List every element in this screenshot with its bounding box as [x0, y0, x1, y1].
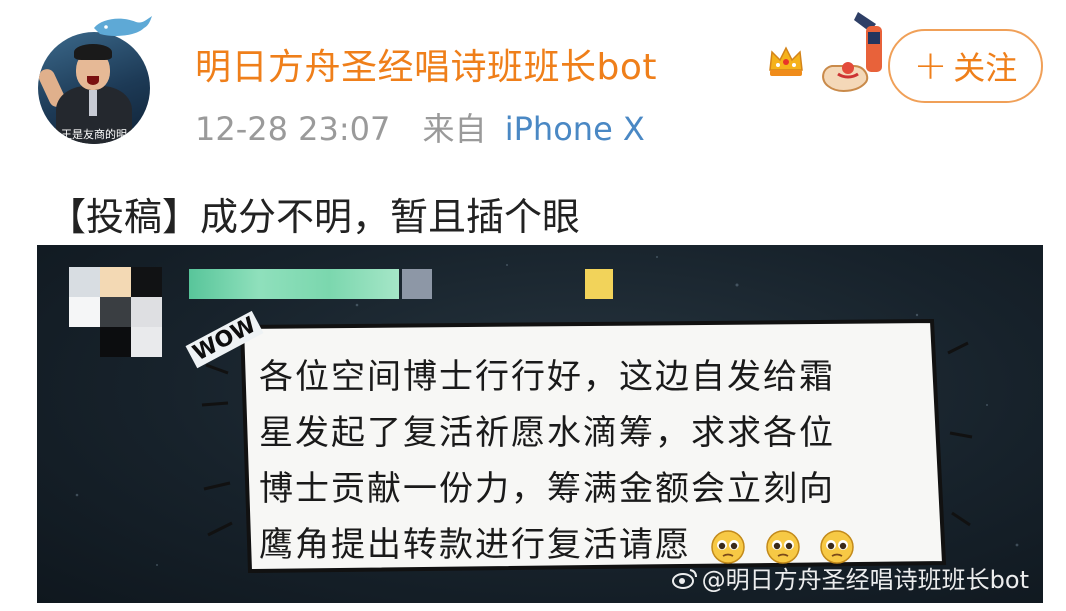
author-name[interactable]: 明日方舟圣经唱诗班班长bot — [195, 38, 657, 90]
avatar-hair — [74, 44, 112, 60]
avatar-caption: 王是友商的明 — [61, 128, 127, 141]
source-label: 来自 — [422, 110, 487, 148]
post-image[interactable]: WOW 各位空间博士行行好，这边自发给霜 星发起了复活祈愿水滴筹，求求各位 博士… — [37, 245, 1043, 603]
post-text: 【投稿】成分不明，暂且插个眼 — [48, 195, 581, 239]
blurred-username — [189, 269, 399, 299]
blurred-block — [402, 269, 432, 299]
post-meta: 12-28 23:07 来自 iPhone X — [195, 104, 645, 150]
speech-line: 博士贡献一份力，筹满金额会立刻向 — [259, 469, 835, 509]
weibo-watermark: @明日方舟圣经唱诗班班长bot — [671, 560, 1029, 595]
avatar-tie — [89, 90, 97, 116]
blurred-badge — [585, 269, 613, 299]
plus-icon: + — [913, 43, 948, 89]
avatar-mouth — [87, 76, 99, 85]
author-avatar[interactable]: 王是友商的明 — [38, 32, 150, 144]
weibo-logo-icon — [671, 568, 697, 589]
character-decoration-icon — [822, 12, 882, 92]
speech-text: 各位空间博士行行好，这边自发给霜 星发起了复活祈愿水滴筹，求求各位 博士贡献一份… — [259, 349, 909, 573]
follow-button[interactable]: + 关注 — [888, 29, 1043, 103]
source-device-link[interactable]: iPhone X — [505, 110, 645, 148]
crown-badge-icon — [769, 46, 803, 76]
whale-icon — [94, 16, 152, 36]
post-time: 12-28 23:07 — [195, 110, 391, 148]
watermark-text: @明日方舟圣经唱诗班班长bot — [701, 566, 1029, 594]
speech-line: 星发起了复活祈愿水滴筹，求求各位 — [259, 413, 835, 453]
blurred-avatar — [69, 267, 163, 357]
speech-line: 各位空间博士行行好，这边自发给霜 — [259, 357, 835, 397]
speech-line-text: 鹰角提出转款进行复活请愿 — [259, 525, 691, 565]
follow-button-label: 关注 — [953, 49, 1018, 87]
